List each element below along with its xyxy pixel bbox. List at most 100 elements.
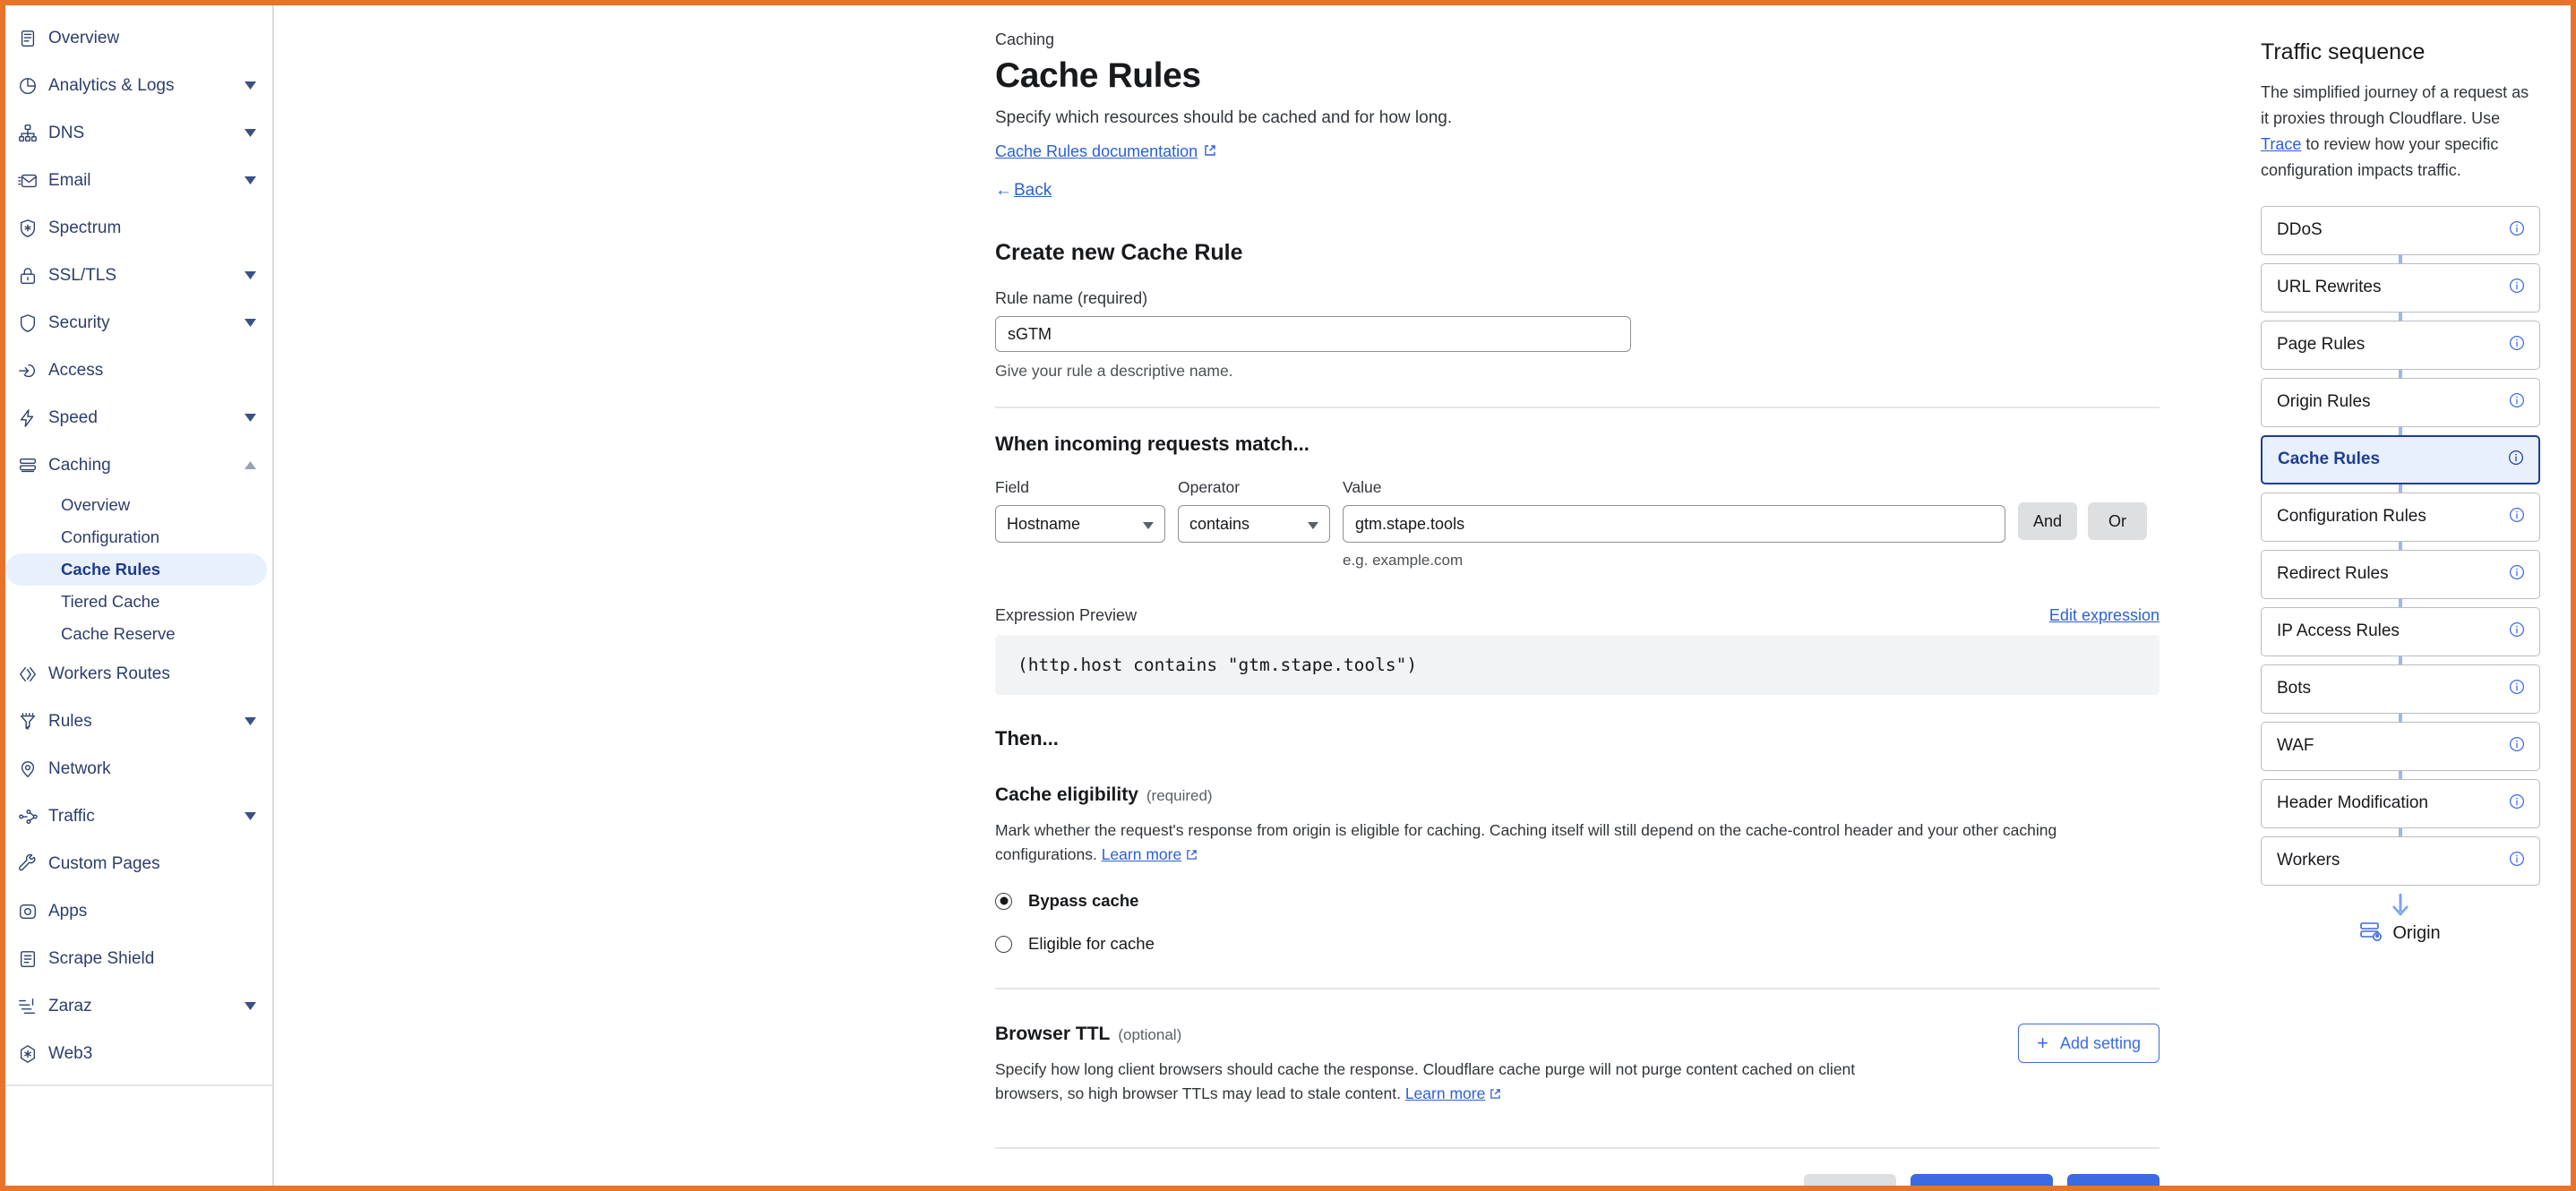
- traffic-sequence-node-label: Bots: [2277, 679, 2312, 698]
- rule-name-input[interactable]: [995, 316, 1631, 352]
- radio-icon-bypass-cache[interactable]: [995, 892, 1012, 910]
- traffic-sequence-node-header-modification[interactable]: Header Modification: [2261, 778, 2540, 828]
- sidebar-item-analytics-logs[interactable]: Analytics & Logs: [5, 62, 272, 109]
- info-icon[interactable]: [2509, 793, 2525, 814]
- page-subtitle: Specify which resources should be cached…: [995, 108, 1453, 127]
- operator-select[interactable]: contains: [1178, 505, 1330, 543]
- sidebar-subitem-tiered-cache[interactable]: Tiered Cache: [5, 586, 267, 618]
- chevron-down-icon[interactable]: [242, 319, 258, 327]
- chevron-down-icon[interactable]: [242, 271, 258, 279]
- sidebar-item-spectrum[interactable]: Spectrum: [5, 204, 272, 252]
- info-icon[interactable]: [2509, 679, 2525, 699]
- sidebar-subitem-cache-reserve[interactable]: Cache Reserve: [5, 618, 267, 650]
- chevron-down-icon[interactable]: [242, 1002, 258, 1010]
- info-icon[interactable]: [2509, 278, 2525, 298]
- field-select[interactable]: Hostname: [995, 505, 1165, 543]
- sequence-connector: [2399, 426, 2402, 435]
- info-icon[interactable]: [2508, 450, 2524, 470]
- value-input[interactable]: [1343, 505, 2005, 543]
- radio-icon-eligible-for-cache[interactable]: [995, 935, 1012, 953]
- sidebar-item-speed[interactable]: Speed: [5, 394, 272, 441]
- sidebar-item-label: Speed: [48, 408, 98, 427]
- sidebar-item-security[interactable]: Security: [5, 299, 272, 347]
- deploy-button[interactable]: Deploy: [2066, 1173, 2160, 1186]
- sidebar-item-caching[interactable]: Caching: [5, 441, 272, 489]
- or-button[interactable]: Or: [2088, 502, 2147, 540]
- sidebar-subitem-cache-rules[interactable]: Cache Rules: [5, 553, 267, 586]
- info-icon[interactable]: [2509, 736, 2525, 757]
- traffic-sequence-node-origin-rules[interactable]: Origin Rules: [2261, 377, 2540, 427]
- chevron-down-icon[interactable]: [242, 414, 258, 422]
- sidebar-item-web3[interactable]: Web3: [5, 1030, 272, 1077]
- sidebar-item-ssl-tls[interactable]: SSL/TLS: [5, 252, 272, 299]
- cancel-button[interactable]: Cancel: [1803, 1173, 1896, 1186]
- traffic-sequence-node-cache-rules[interactable]: Cache Rules: [2261, 434, 2540, 484]
- edit-expression-link[interactable]: Edit expression: [2049, 606, 2160, 625]
- and-button[interactable]: And: [2018, 502, 2077, 540]
- info-icon[interactable]: [2509, 335, 2525, 356]
- sidebar-item-zaraz[interactable]: Zaraz: [5, 982, 272, 1030]
- traffic-sequence-node-ddos[interactable]: DDoS: [2261, 205, 2540, 255]
- sidebar-item-dns[interactable]: DNS: [5, 109, 272, 157]
- bolt-icon: [18, 408, 48, 428]
- sidebar-item-rules[interactable]: Rules: [5, 698, 272, 745]
- traffic-sequence-node-workers[interactable]: Workers: [2261, 835, 2540, 886]
- eligible-for-cache-option[interactable]: Eligible for cache: [995, 934, 2160, 954]
- chevron-down-icon[interactable]: [242, 81, 258, 90]
- back-link[interactable]: ← Back: [995, 181, 1052, 201]
- expression-preview-label: Expression Preview: [995, 606, 1138, 624]
- info-icon[interactable]: [2509, 392, 2525, 413]
- operator-label: Operator: [1178, 478, 1241, 496]
- browser-ttl-block: Browser TTL (optional) Specify how long …: [995, 1024, 2160, 1107]
- info-icon[interactable]: [2509, 851, 2525, 871]
- trace-link[interactable]: Trace: [2261, 135, 2301, 153]
- browser-ttl-learn-more-link[interactable]: Learn more: [1405, 1084, 1486, 1102]
- sidebar-item-label: Caching: [48, 456, 111, 475]
- traffic-sequence-node-label: Origin Rules: [2277, 392, 2371, 412]
- bypass-cache-option[interactable]: Bypass cache: [995, 891, 2160, 911]
- cache-eligibility-learn-more-link[interactable]: Learn more: [1102, 845, 1182, 863]
- cache-rules-documentation-link[interactable]: Cache Rules documentation: [995, 142, 1216, 161]
- shield-asterisk-icon: [18, 218, 48, 238]
- traffic-sequence-node-waf[interactable]: WAF: [2261, 721, 2540, 771]
- external-link-icon: [1186, 844, 1198, 868]
- browser-ttl-description: Specify how long client browsers should …: [995, 1058, 1891, 1107]
- sidebar-item-custom-pages[interactable]: Custom Pages: [5, 840, 272, 887]
- chevron-up-icon[interactable]: [242, 461, 258, 469]
- external-link-icon: [1204, 142, 1216, 161]
- traffic-sequence-node-redirect-rules[interactable]: Redirect Rules: [2261, 549, 2540, 599]
- add-setting-button[interactable]: + Add setting: [2018, 1024, 2160, 1064]
- sidebar-item-traffic[interactable]: Traffic: [5, 793, 272, 840]
- sidebar-item-overview[interactable]: Overview: [5, 14, 272, 62]
- info-icon[interactable]: [2509, 621, 2525, 642]
- sequence-connector: [2399, 713, 2402, 722]
- traffic-sequence-node-ip-access-rules[interactable]: IP Access Rules: [2261, 606, 2540, 656]
- sidebar-item-email[interactable]: Email: [5, 157, 272, 204]
- traffic-sequence-node-bots[interactable]: Bots: [2261, 664, 2540, 714]
- chevron-down-icon[interactable]: [242, 176, 258, 184]
- sidebar-subitem-configuration[interactable]: Configuration: [5, 521, 267, 553]
- sidebar-subitem-overview[interactable]: Overview: [5, 489, 267, 521]
- chevron-down-icon[interactable]: [242, 812, 258, 820]
- info-icon[interactable]: [2509, 507, 2525, 527]
- info-icon[interactable]: [2509, 564, 2525, 585]
- traffic-sequence-title: Traffic sequence: [2261, 39, 2426, 64]
- sidebar-item-label: Security: [48, 313, 110, 332]
- traffic-sequence-description: The simplified journey of a request as i…: [2261, 80, 2540, 184]
- info-icon[interactable]: [2509, 220, 2525, 241]
- sidebar-item-network[interactable]: Network: [5, 745, 272, 793]
- traffic-sequence-node-configuration-rules[interactable]: Configuration Rules: [2261, 492, 2540, 542]
- origin-server-icon: [2360, 921, 2383, 946]
- traffic-sequence-node-label: URL Rewrites: [2277, 278, 2382, 297]
- sidebar-item-label: Custom Pages: [48, 854, 160, 873]
- sequence-arrow-to-origin: [2261, 893, 2540, 919]
- chevron-down-icon[interactable]: [242, 129, 258, 137]
- chevron-down-icon[interactable]: [242, 717, 258, 725]
- traffic-sequence-node-page-rules[interactable]: Page Rules: [2261, 320, 2540, 370]
- traffic-sequence-node-url-rewrites[interactable]: URL Rewrites: [2261, 262, 2540, 313]
- sidebar-item-access[interactable]: Access: [5, 347, 272, 394]
- sidebar-item-apps[interactable]: Apps: [5, 887, 272, 935]
- save-as-draft-button[interactable]: Save as Draft: [1910, 1173, 2053, 1186]
- sidebar-item-workers-routes[interactable]: Workers Routes: [5, 650, 272, 698]
- sidebar-item-scrape-shield[interactable]: Scrape Shield: [5, 935, 272, 982]
